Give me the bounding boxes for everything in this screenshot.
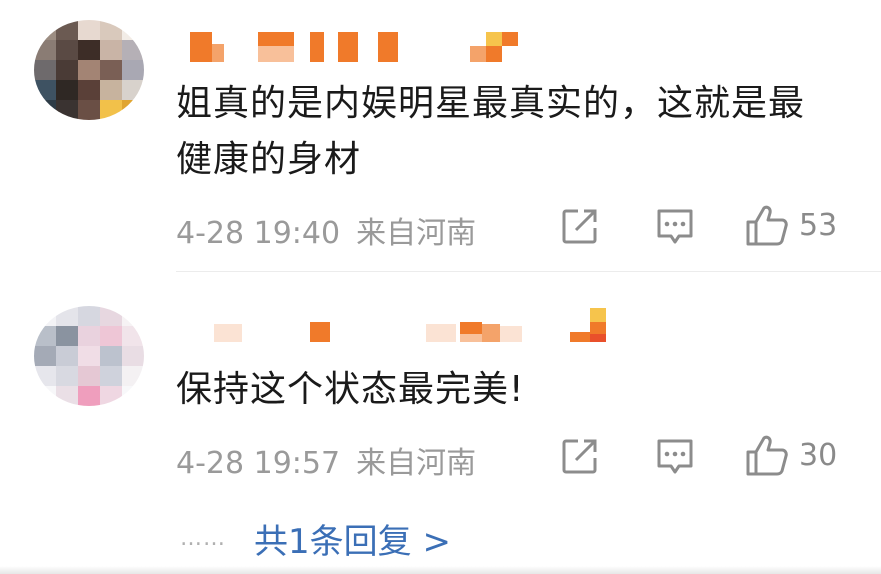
like-button[interactable]: 30 bbox=[745, 433, 837, 477]
share-icon bbox=[562, 209, 597, 244]
comment-time: 4-28 19:40 bbox=[176, 216, 341, 251]
view-replies-link[interactable]: 共1条回复 > bbox=[254, 514, 451, 563]
share-icon bbox=[562, 439, 597, 474]
comment-text-line: 健康的身材 bbox=[176, 139, 362, 180]
username-mosaic[interactable] bbox=[180, 308, 620, 352]
comment-text-line: 保持这个状态最完美! bbox=[176, 369, 525, 410]
like-button[interactable]: 53 bbox=[745, 203, 837, 247]
thumbs-up-icon bbox=[746, 205, 788, 246]
comment-meta: 4-28 19:57 来自河南 bbox=[176, 438, 476, 482]
like-count: 30 bbox=[799, 437, 838, 473]
share-button[interactable] bbox=[560, 436, 600, 476]
comment-source: 来自河南 bbox=[356, 446, 477, 481]
comment-button[interactable] bbox=[655, 436, 695, 476]
thumbs-up-icon bbox=[746, 435, 788, 476]
replies-dots: …… bbox=[180, 526, 226, 551]
comment-time: 4-28 19:57 bbox=[176, 446, 341, 481]
avatar[interactable] bbox=[34, 20, 144, 120]
comment-text: 姐真的是内娱明星最真实的，这就是最 健康的身材 bbox=[176, 76, 805, 188]
comment-button[interactable] bbox=[655, 206, 695, 246]
comment-icon bbox=[657, 439, 693, 474]
comment-meta: 4-28 19:40 来自河南 bbox=[176, 208, 476, 252]
view-replies[interactable]: …… 共1条回复 > bbox=[180, 514, 451, 563]
comment-icon bbox=[657, 209, 693, 244]
username-mosaic[interactable] bbox=[180, 32, 540, 62]
share-button[interactable] bbox=[560, 206, 600, 246]
comment-item: 保持这个状态最完美! 4-28 19:57 来自河南 30 bbox=[0, 272, 881, 512]
avatar[interactable] bbox=[34, 306, 144, 406]
avatar-mosaic bbox=[34, 306, 144, 406]
comment-source: 来自河南 bbox=[356, 216, 477, 251]
like-count: 53 bbox=[799, 207, 838, 243]
avatar-mosaic bbox=[34, 20, 144, 120]
comment-text: 保持这个状态最完美! bbox=[176, 362, 524, 418]
comment-item: 姐真的是内娱明星最真实的，这就是最 健康的身材 4-28 19:40 来自河南 5… bbox=[0, 0, 881, 272]
bottom-divider bbox=[0, 566, 881, 574]
comment-text-line: 姐真的是内娱明星最真实的，这就是最 bbox=[176, 83, 806, 124]
